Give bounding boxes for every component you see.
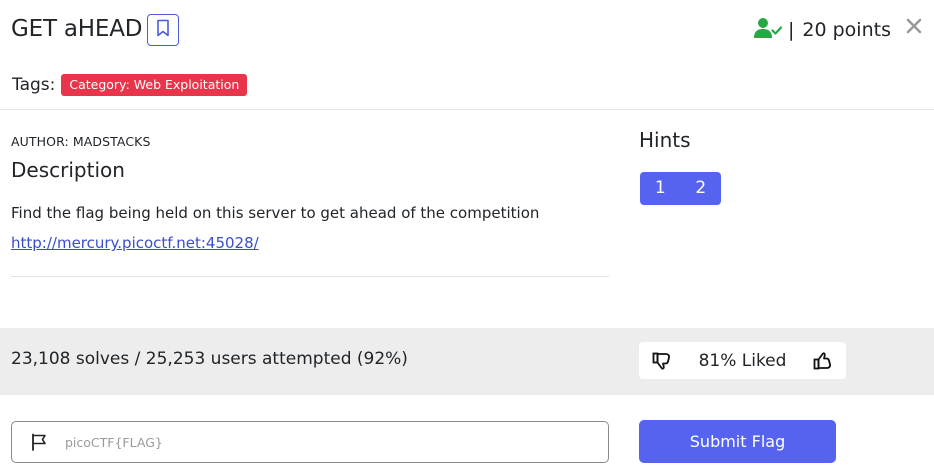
close-icon [906, 11, 922, 41]
user-check-icon [754, 17, 783, 44]
challenge-link[interactable]: http://mercury.picoctf.net:45028/ [11, 234, 259, 252]
hints-heading: Hints [639, 128, 691, 152]
like-rating: 81% Liked [639, 342, 846, 379]
flag-input-container [11, 421, 609, 463]
liked-percentage: 81% Liked [698, 350, 787, 371]
flag-icon [29, 432, 49, 452]
thumbs-down-icon[interactable] [651, 350, 673, 372]
description-text: Find the flag being held on this server … [11, 204, 540, 222]
bookmark-button[interactable] [147, 14, 179, 46]
description-divider [11, 276, 609, 277]
hint-2-button[interactable]: 2 [681, 172, 722, 205]
submit-flag-button[interactable]: Submit Flag [639, 420, 836, 463]
thumbs-up-icon[interactable] [812, 350, 834, 372]
hints-button-group: 1 2 [640, 172, 721, 205]
tags-row: Tags: Category: Web Exploitation [12, 74, 248, 96]
bookmark-icon [156, 19, 170, 41]
points-display: | 20 points [754, 16, 891, 44]
challenge-title: GET aHEAD [11, 16, 143, 42]
tags-label: Tags: [12, 75, 56, 95]
points-separator: | [788, 19, 795, 41]
flag-input[interactable] [63, 433, 608, 451]
hint-1-button[interactable]: 1 [640, 172, 681, 205]
header-divider [0, 109, 934, 110]
author-label: AUTHOR: MADSTACKS [11, 134, 151, 149]
close-button[interactable] [903, 14, 925, 38]
points-value: 20 points [802, 19, 891, 41]
category-tag[interactable]: Category: Web Exploitation [61, 74, 248, 96]
solves-summary: 23,108 solves / 25,253 users attempted (… [11, 349, 408, 369]
description-heading: Description [11, 158, 125, 182]
